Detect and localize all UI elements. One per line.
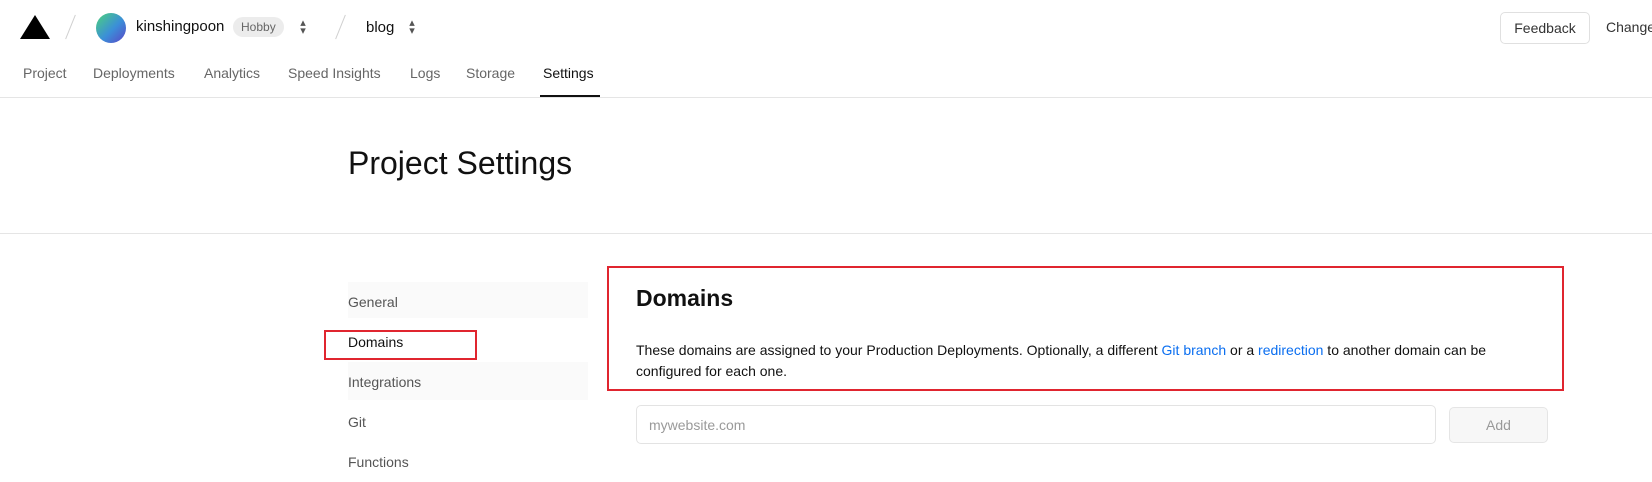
domain-input[interactable] [636,405,1436,444]
team-avatar[interactable] [96,13,126,43]
plan-badge: Hobby [233,17,284,37]
page-title: Project Settings [348,145,573,181]
tab-speed-insights[interactable]: Speed Insights [288,65,381,81]
tab-analytics[interactable]: Analytics [204,65,260,81]
breadcrumb-separator [65,14,76,40]
tab-storage[interactable]: Storage [466,65,515,81]
active-tab-indicator [540,95,600,97]
feedback-button[interactable]: Feedback [1500,12,1590,44]
tab-logs[interactable]: Logs [410,65,440,81]
tab-project[interactable]: Project [23,65,67,81]
project-tabs: Project Deployments Analytics Speed Insi… [0,55,1652,98]
team-name[interactable]: kinshingpoon [136,18,224,35]
add-domain-button[interactable]: Add [1449,407,1548,443]
sidebar-item-general[interactable]: General [348,294,398,310]
sidebar-item-git[interactable]: Git [348,414,366,430]
domains-description: These domains are assigned to your Produ… [636,340,1546,382]
tab-settings[interactable]: Settings [543,65,594,81]
sidebar-item-integrations[interactable]: Integrations [348,374,421,390]
divider [0,233,1652,234]
vercel-logo-icon[interactable] [20,15,50,39]
description-text: or a [1226,342,1259,358]
git-branch-link[interactable]: Git branch [1162,342,1227,358]
redirection-link[interactable]: redirection [1258,342,1323,358]
changelog-link[interactable]: Change [1606,19,1652,35]
project-switcher-chevron-icon[interactable]: ▴ ▾ [406,18,418,37]
tab-deployments[interactable]: Deployments [93,65,175,81]
description-text: These domains are assigned to your Produ… [636,342,1162,358]
sidebar-item-functions[interactable]: Functions [348,454,409,470]
project-name[interactable]: blog [366,19,394,36]
domains-heading: Domains [636,285,734,311]
breadcrumb-separator [335,14,346,40]
top-bar: kinshingpoon Hobby ▴ ▾ blog ▴ ▾ Feedback C… [0,0,1652,55]
domains-highlight-box [324,330,477,360]
team-switcher-chevron-icon[interactable]: ▴ ▾ [297,18,309,37]
